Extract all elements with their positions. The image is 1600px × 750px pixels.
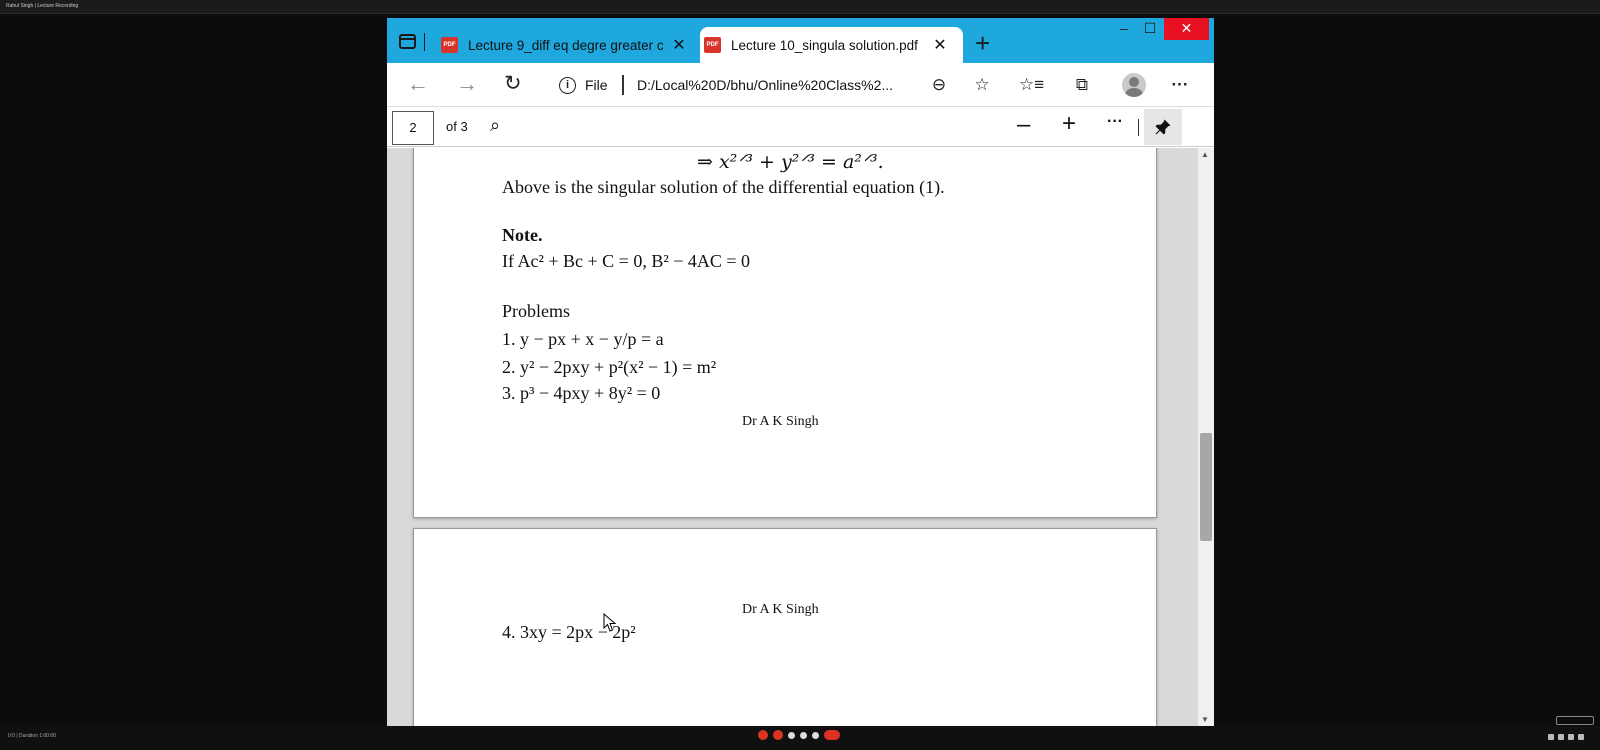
minimize-button[interactable]: –: [1111, 18, 1137, 40]
toolbar-divider: [1138, 119, 1139, 136]
alert-icon[interactable]: [1578, 734, 1584, 740]
tab-lecture-10[interactable]: PDF Lecture 10_singula solution.pdf ✕: [700, 27, 963, 63]
pin-toolbar-button[interactable]: [1144, 109, 1182, 145]
zoom-icon[interactable]: ⊖: [927, 73, 951, 97]
share-icon[interactable]: [788, 732, 795, 739]
scroll-thumb[interactable]: [1200, 433, 1212, 541]
problem-3: 3. p³ − 4pxy + 8y² = 0: [502, 383, 661, 403]
favorites-icon[interactable]: ☆≡: [1019, 73, 1044, 97]
close-window-button[interactable]: ✕: [1164, 18, 1209, 40]
info-icon[interactable]: [812, 732, 819, 739]
tab-divider: [424, 33, 425, 51]
tab-label: Lecture 9_diff eq degre greater c: [468, 37, 664, 53]
camera-icon[interactable]: [773, 730, 783, 740]
scroll-down-icon[interactable]: ▼: [1201, 715, 1209, 724]
close-tab-icon[interactable]: ✕: [672, 35, 686, 55]
participants-icon[interactable]: [1558, 734, 1564, 740]
recording-title-bar: Rahul Singh | Lecture Recording: [0, 0, 1600, 14]
address-divider: [622, 75, 624, 95]
pdf-toolbar: 2 of 3 ⌕ – + ···: [387, 107, 1214, 147]
add-favorite-icon[interactable]: ☆: [970, 73, 994, 97]
url-field[interactable]: D:/Local%20D/bhu/Online%20Class%2...: [637, 77, 893, 93]
forward-button[interactable]: →: [456, 71, 478, 97]
new-tab-button[interactable]: +: [975, 28, 990, 59]
tray-icons: [1548, 734, 1584, 740]
tab-lecture-9[interactable]: PDF Lecture 9_diff eq degre greater c ✕: [437, 27, 687, 63]
chat-icon[interactable]: [1568, 734, 1574, 740]
sentence-text: Above is the singular solution of the di…: [502, 177, 945, 197]
pin-icon: [1155, 119, 1171, 135]
browser-window: PDF Lecture 9_diff eq degre greater c ✕ …: [387, 18, 1214, 726]
view-mode-toggle[interactable]: [1556, 716, 1594, 725]
tab-actions-icon[interactable]: [399, 34, 416, 49]
tab-label: Lecture 10_singula solution.pdf: [731, 37, 918, 53]
problem-2: 2. y² − 2pxy + p²(x² − 1) = m²: [502, 357, 717, 377]
meeting-controls: [758, 730, 840, 740]
tab-bar: PDF Lecture 9_diff eq degre greater c ✕ …: [387, 18, 1214, 63]
recording-control-bar: 0:0 | Duration 1:00:00: [0, 726, 1600, 750]
author-signature: Dr A K Singh: [742, 414, 819, 429]
zoom-in-button[interactable]: +: [1062, 110, 1076, 138]
site-info-icon[interactable]: i: [559, 77, 576, 94]
problem-1: 1. y − px + x − y/p = a: [502, 329, 664, 349]
maximize-button[interactable]: ☐: [1137, 18, 1163, 40]
pdf-more-icon[interactable]: ···: [1107, 113, 1123, 131]
pdf-icon: PDF: [441, 37, 458, 53]
page-number-input[interactable]: 2: [392, 111, 434, 145]
collections-icon[interactable]: ⧉: [1070, 73, 1094, 97]
mouse-cursor-icon: [603, 613, 617, 632]
problems-heading: Problems: [502, 301, 571, 321]
pdf-icon: PDF: [704, 37, 721, 53]
author-signature: Dr A K Singh: [742, 602, 819, 617]
pdf-page: ⇒ x²ᐟ³ + y²ᐟ³ = a²ᐟ³. Above is the singu…: [413, 148, 1157, 518]
reload-button[interactable]: ↻: [504, 71, 522, 97]
equation-result: ⇒ x²ᐟ³ + y²ᐟ³ = a²ᐟ³.: [697, 151, 884, 173]
address-bar: ← → ↻ i File D:/Local%20D/bhu/Online%20C…: [387, 63, 1214, 107]
note-heading: Note.: [502, 225, 543, 245]
zoom-out-button[interactable]: –: [1017, 111, 1030, 139]
leave-icon[interactable]: [824, 730, 840, 740]
note-text: If Ac² + Bc + C = 0, B² − 4AC = 0: [502, 251, 751, 271]
scroll-up-icon[interactable]: ▲: [1201, 150, 1209, 159]
pdf-viewer: ⇒ x²ᐟ³ + y²ᐟ³ = a²ᐟ³. Above is the singu…: [387, 148, 1214, 726]
back-button[interactable]: ←: [407, 71, 429, 97]
record-icon[interactable]: [800, 732, 807, 739]
page-count: of 3: [446, 119, 468, 134]
profile-icon[interactable]: [1122, 73, 1146, 97]
recording-title: Rahul Singh | Lecture Recording: [6, 3, 79, 9]
scheme-label: File: [585, 77, 608, 93]
more-icon[interactable]: ···: [1168, 73, 1192, 97]
vertical-scrollbar[interactable]: ▲ ▼: [1198, 148, 1214, 726]
mic-icon[interactable]: [758, 730, 768, 740]
pdf-page: Dr A K Singh 4. 3xy = 2px − 2p²: [413, 528, 1157, 726]
settings-icon[interactable]: [1548, 734, 1554, 740]
search-icon[interactable]: ⌕: [490, 115, 500, 136]
recording-time: 0:0 | Duration 1:00:00: [8, 733, 56, 739]
close-tab-icon[interactable]: ✕: [933, 35, 947, 55]
